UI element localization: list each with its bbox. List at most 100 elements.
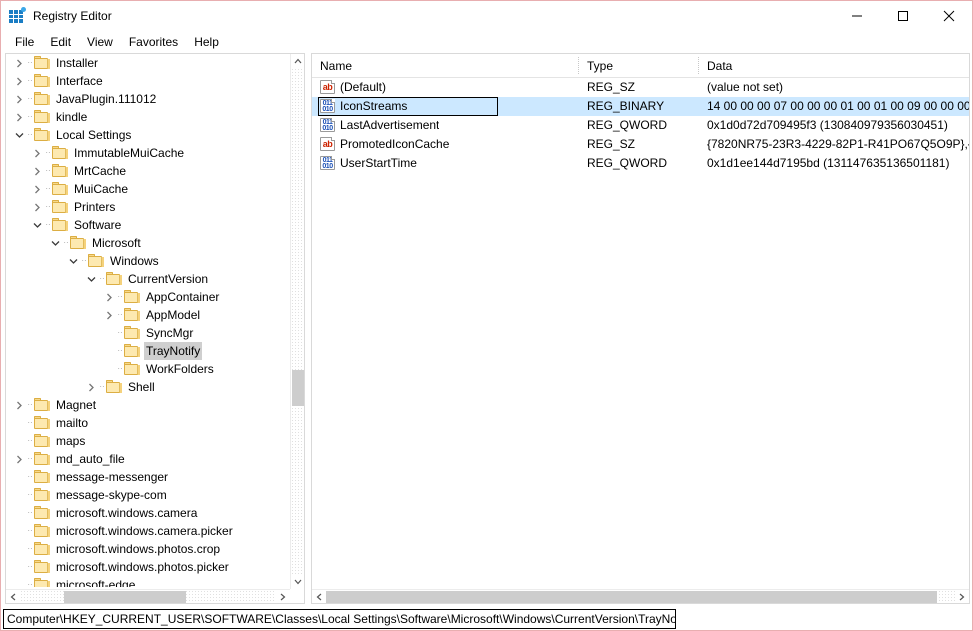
tree-scroll-down-icon[interactable]	[291, 575, 304, 589]
tree-item-appcontainer[interactable]: ·· AppContainer	[6, 288, 292, 306]
tree-item-md-auto-file[interactable]: ·· md_auto_file	[6, 450, 292, 468]
tree-item-windows[interactable]: ·· Windows	[6, 252, 292, 270]
chevron-right-icon[interactable]	[12, 72, 26, 90]
tree-connector-dots: ··	[99, 382, 105, 391]
tree-item-maps[interactable]: ·· maps	[6, 432, 292, 450]
tree-item-mailto[interactable]: ·· mailto	[6, 414, 292, 432]
tree-item-shell[interactable]: ·· Shell	[6, 378, 292, 396]
tree-item-label: Software	[74, 218, 122, 232]
tree-connector-dots: ··	[27, 400, 33, 409]
minimize-icon[interactable]	[834, 1, 880, 31]
tree-item-magnet[interactable]: ·· Magnet	[6, 396, 292, 414]
tree-item-printers[interactable]: ·· Printers	[6, 198, 292, 216]
value-row[interactable]: 011 010 UserStartTime REG_QWORD 0x1d1ee144d…	[312, 154, 969, 173]
chevron-right-icon[interactable]	[12, 396, 26, 414]
tree-item-appmodel[interactable]: ·· AppModel	[6, 306, 292, 324]
tree-item-immutablemuicache[interactable]: ·· ImmutableMuiCache	[6, 144, 292, 162]
tree-item-microsoft-windows-photos-crop[interactable]: ·· microsoft.windows.photos.crop	[6, 540, 292, 558]
tree-item-message-skype-com[interactable]: ·· message-skype-com	[6, 486, 292, 504]
chevron-right-icon[interactable]	[102, 306, 116, 324]
tree-scroll-right-icon[interactable]	[276, 590, 290, 603]
column-header-type[interactable]: Type	[579, 54, 613, 78]
folder-icon	[34, 506, 50, 520]
tree-item-workfolders[interactable]: ·· WorkFolders	[6, 360, 292, 378]
tree-item-microsoft-edge[interactable]: ·· microsoft-edge	[6, 576, 292, 587]
menu-item-view[interactable]: View	[79, 33, 121, 51]
value-name-cell[interactable]: ab (Default)	[320, 78, 386, 97]
tree-item-installer[interactable]: ·· Installer	[6, 54, 292, 72]
tree-leaf-spacer	[12, 576, 26, 587]
tree-vscroll-thumb[interactable]	[292, 370, 304, 406]
status-bar: Computer\HKEY_CURRENT_USER\SOFTWARE\Clas…	[1, 608, 972, 630]
close-icon[interactable]	[926, 1, 972, 31]
chevron-right-icon[interactable]	[30, 180, 44, 198]
chevron-down-icon[interactable]	[48, 234, 62, 252]
registry-tree[interactable]: ·· Installer ·· Interface ·· JavaPlugin.11101…	[6, 54, 292, 587]
tree-item-syncmgr[interactable]: ·· SyncMgr	[6, 324, 292, 342]
tree-scroll-up-icon[interactable]	[291, 54, 304, 68]
chevron-down-icon[interactable]	[66, 252, 80, 270]
tree-item-microsoft-windows-camera-picker[interactable]: ·· microsoft.windows.camera.picker	[6, 522, 292, 540]
tree-item-traynotify[interactable]: ·· TrayNotify	[6, 342, 292, 360]
maximize-icon[interactable]	[880, 1, 926, 31]
tree-scroll-left-icon[interactable]	[6, 590, 20, 603]
chevron-right-icon[interactable]	[30, 198, 44, 216]
tree-item-kindle[interactable]: ·· kindle	[6, 108, 292, 126]
value-name-cell[interactable]: 011 010 IconStreams	[320, 97, 407, 116]
menu-item-help[interactable]: Help	[186, 33, 227, 51]
list-hscroll-thumb[interactable]	[326, 591, 937, 603]
tree-item-software[interactable]: ·· Software	[6, 216, 292, 234]
registry-tree-pane[interactable]: ·· Installer ·· Interface ·· JavaPlugin.11101…	[5, 53, 305, 604]
list-scroll-left-icon[interactable]	[312, 590, 326, 603]
chevron-right-icon[interactable]	[102, 288, 116, 306]
registry-values-pane[interactable]: Name Type Data ab (Default) REG_SZ (value n…	[311, 53, 970, 604]
tree-item-microsoft[interactable]: ·· Microsoft	[6, 234, 292, 252]
tree-item-microsoft-windows-photos-picker[interactable]: ·· microsoft.windows.photos.picker	[6, 558, 292, 576]
value-row[interactable]: ab PromotedIconCache REG_SZ {7820NR75-23R3-…	[312, 135, 969, 154]
menu-item-edit[interactable]: Edit	[42, 33, 79, 51]
chevron-down-icon[interactable]	[84, 270, 98, 288]
chevron-right-icon[interactable]	[12, 450, 26, 468]
chevron-right-icon[interactable]	[12, 108, 26, 126]
registry-values-list[interactable]: ab (Default) REG_SZ (value not set) 011 010 I…	[312, 78, 969, 589]
chevron-right-icon[interactable]	[84, 378, 98, 396]
value-icon-corner	[331, 99, 335, 103]
menu-item-file[interactable]: File	[7, 33, 42, 51]
value-row[interactable]: 011 010 IconStreams REG_BINARY 14 00 00 00 …	[312, 97, 969, 116]
tree-horizontal-scrollbar[interactable]	[6, 589, 290, 603]
list-horizontal-scrollbar[interactable]	[312, 589, 969, 603]
tree-item-message-messenger[interactable]: ·· message-messenger	[6, 468, 292, 486]
tree-item-mrtcache[interactable]: ·· MrtCache	[6, 162, 292, 180]
tree-item-local-settings[interactable]: ·· Local Settings	[6, 126, 292, 144]
chevron-right-icon[interactable]	[30, 144, 44, 162]
value-icon-corner	[331, 80, 335, 84]
value-row[interactable]: 011 010 LastAdvertisement REG_QWORD 0x1d0d7…	[312, 116, 969, 135]
chevron-right-icon[interactable]	[12, 90, 26, 108]
column-header-data[interactable]: Data	[699, 54, 732, 78]
chevron-right-icon[interactable]	[12, 54, 26, 72]
chevron-down-icon[interactable]	[12, 126, 26, 144]
value-row[interactable]: ab (Default) REG_SZ (value not set)	[312, 78, 969, 97]
tree-item-muicache[interactable]: ·· MuiCache	[6, 180, 292, 198]
list-scroll-right-icon[interactable]	[955, 590, 969, 603]
tree-hscroll-thumb[interactable]	[64, 591, 186, 603]
tree-leaf-spacer	[102, 324, 116, 342]
tree-item-currentversion[interactable]: ·· CurrentVersion	[6, 270, 292, 288]
chevron-right-icon[interactable]	[30, 162, 44, 180]
title-bar[interactable]: Registry Editor	[1, 1, 972, 31]
tree-item-label: Windows	[110, 254, 159, 268]
value-name-cell[interactable]: 011 010 LastAdvertisement	[320, 116, 439, 135]
tree-connector-dots: ··	[27, 76, 33, 85]
tree-item-interface[interactable]: ·· Interface	[6, 72, 292, 90]
tree-vscroll-track[interactable]	[291, 68, 304, 575]
tree-vertical-scrollbar[interactable]	[290, 54, 304, 589]
value-name-cell[interactable]: ab PromotedIconCache	[320, 135, 449, 154]
chevron-down-icon[interactable]	[30, 216, 44, 234]
menu-item-favorites[interactable]: Favorites	[121, 33, 186, 51]
tree-item-microsoft-windows-camera[interactable]: ·· microsoft.windows.camera	[6, 504, 292, 522]
list-column-headers[interactable]: Name Type Data	[312, 54, 969, 78]
tree-item-javaplugin-111012[interactable]: ·· JavaPlugin.111012	[6, 90, 292, 108]
column-header-name[interactable]: Name	[312, 54, 352, 78]
value-name-cell[interactable]: 011 010 UserStartTime	[320, 154, 417, 173]
